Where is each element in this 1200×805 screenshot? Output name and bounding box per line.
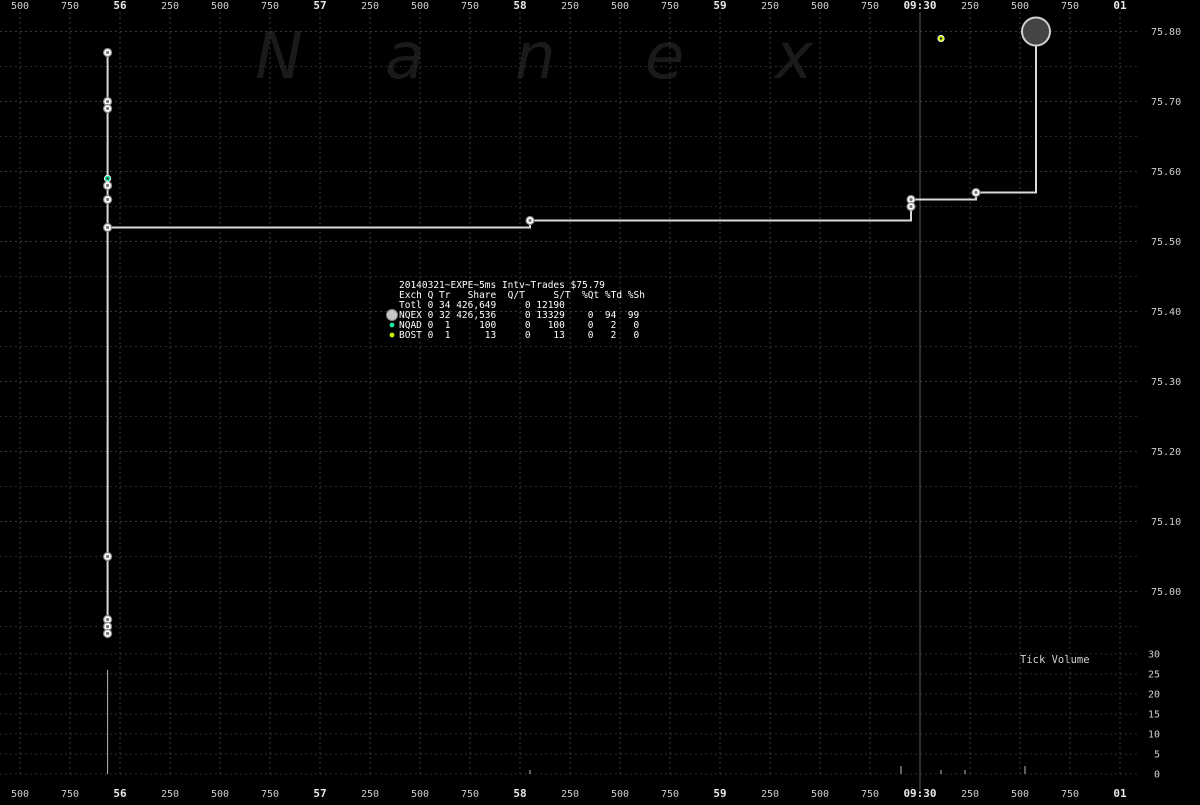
volume-tick-label: 20 bbox=[1148, 690, 1160, 701]
bost-trade-point-core bbox=[939, 37, 943, 40]
x-tick-label-bottom: 750 bbox=[261, 789, 279, 800]
x-tick-label-top: 750 bbox=[661, 1, 679, 12]
nqex-trade-point-core bbox=[106, 106, 110, 111]
trade-chart: Nanex 500 750 56 250 500 750 57 250 500 750 58 250 5… bbox=[0, 0, 1181, 800]
nqex-trade-point-core bbox=[106, 554, 110, 559]
x-tick-label-bottom: 58 bbox=[513, 787, 526, 800]
x-tick-label-bottom: 09:30 bbox=[903, 787, 936, 800]
x-tick-label-bottom: 500 bbox=[811, 789, 829, 800]
volume-tick-label: 25 bbox=[1148, 670, 1160, 681]
legend-marker bbox=[389, 332, 395, 338]
nqex-trade-point-core bbox=[106, 183, 110, 188]
nqex-trade-point-core bbox=[106, 624, 110, 629]
x-tick-label-top: 09:30 bbox=[903, 0, 936, 12]
legend: 20140321~EXPE~5ms Intv~Trades $75.79Exch… bbox=[386, 280, 645, 341]
x-tick-label-top: 250 bbox=[361, 1, 379, 12]
price-tick-label: 75.10 bbox=[1151, 517, 1181, 528]
nqex-trade-point-core bbox=[106, 197, 110, 202]
x-tick-label-top: 56 bbox=[113, 0, 127, 12]
x-tick-label-bottom: 500 bbox=[411, 789, 429, 800]
x-tick-label-bottom: 750 bbox=[461, 789, 479, 800]
x-tick-label-bottom: 250 bbox=[561, 789, 579, 800]
grid bbox=[0, 12, 1140, 776]
x-tick-label-bottom: 59 bbox=[713, 787, 726, 800]
price-tick-label: 75.60 bbox=[1151, 167, 1181, 178]
chart-canvas: Nanex 500 750 56 250 500 750 57 250 500 750 58 250 5… bbox=[0, 0, 1200, 800]
x-tick-label-bottom: 500 bbox=[211, 789, 229, 800]
x-axis-ticks: 500 750 56 250 500 750 57 250 500 750 58 250 500 750 5… bbox=[11, 0, 1127, 800]
x-tick-label-top: 250 bbox=[761, 1, 779, 12]
x-tick-label-bottom: 250 bbox=[961, 789, 979, 800]
price-tick-label: 75.00 bbox=[1151, 587, 1181, 598]
x-tick-label-top: 57 bbox=[313, 0, 326, 12]
volume-bars bbox=[107, 670, 1026, 774]
nqex-trade-point-core bbox=[106, 225, 110, 230]
x-tick-label-top: 500 bbox=[211, 1, 229, 12]
nqex-trade-point-core bbox=[106, 617, 110, 622]
x-tick-label-top: 750 bbox=[461, 1, 479, 12]
nqex-trade-point-core bbox=[974, 190, 978, 195]
x-tick-label-top: 01 bbox=[1113, 0, 1127, 12]
nqex-trade-point-core bbox=[909, 197, 913, 202]
x-tick-label-top: 59 bbox=[713, 0, 726, 12]
x-tick-label-bottom: 56 bbox=[113, 787, 127, 800]
volume-tick-label: 5 bbox=[1154, 750, 1160, 761]
x-tick-label-top: 500 bbox=[411, 1, 429, 12]
x-tick-label-bottom: 750 bbox=[1061, 789, 1079, 800]
volume-axis-ticks: 30 25 20 15 10 5 0 bbox=[1148, 650, 1160, 781]
volume-tick-label: 30 bbox=[1148, 650, 1160, 661]
price-tick-label: 75.20 bbox=[1151, 447, 1181, 458]
price-tick-label: 75.70 bbox=[1151, 97, 1181, 108]
volume-tick-label: 0 bbox=[1154, 770, 1160, 781]
nqex-trade-point-core bbox=[909, 204, 913, 209]
x-tick-label-top: 750 bbox=[1061, 1, 1079, 12]
nqex-trade-point-core bbox=[106, 50, 110, 55]
x-tick-label-bottom: 250 bbox=[361, 789, 379, 800]
volume-axis-title: Tick Volume bbox=[1020, 654, 1090, 666]
x-tick-label-top: 750 bbox=[261, 1, 279, 12]
x-tick-label-top: 500 bbox=[811, 1, 829, 12]
x-tick-label-top: 750 bbox=[61, 1, 79, 12]
nqex-trade-point-core bbox=[528, 218, 532, 223]
x-tick-label-bottom: 250 bbox=[761, 789, 779, 800]
x-tick-label-bottom: 01 bbox=[1113, 787, 1127, 800]
nqex-large-trade-point bbox=[1021, 16, 1051, 47]
price-axis-ticks: 75.80 75.70 75.60 75.50 75.40 75.30 75.20 75.10… bbox=[1151, 27, 1181, 598]
nqad-trade-point-core bbox=[106, 177, 109, 180]
x-tick-label-bottom: 750 bbox=[661, 789, 679, 800]
x-tick-label-top: 250 bbox=[561, 1, 579, 12]
x-tick-label-bottom: 250 bbox=[161, 789, 179, 800]
price-tick-label: 75.40 bbox=[1151, 307, 1181, 318]
x-tick-label-top: 500 bbox=[1011, 1, 1029, 12]
watermark-letter: x bbox=[773, 20, 814, 94]
legend-marker-nqex bbox=[386, 309, 398, 321]
x-tick-label-bottom: 57 bbox=[313, 787, 326, 800]
price-tick-label: 75.50 bbox=[1151, 237, 1181, 248]
legend-marker bbox=[389, 322, 395, 328]
x-tick-label-top: 500 bbox=[611, 1, 629, 12]
nqex-trade-point-core bbox=[106, 99, 110, 104]
x-tick-label-bottom: 750 bbox=[861, 789, 879, 800]
price-tick-label: 75.80 bbox=[1151, 27, 1181, 38]
x-tick-label-bottom: 500 bbox=[1011, 789, 1029, 800]
x-tick-label-bottom: 750 bbox=[61, 789, 79, 800]
x-tick-label-top: 500 bbox=[11, 1, 29, 12]
volume-tick-label: 15 bbox=[1148, 710, 1160, 721]
nqex-trade-point-core bbox=[106, 631, 110, 636]
x-tick-label-top: 750 bbox=[861, 1, 879, 12]
legend-row: BOST 0 1 13 0 13 0 2 0 bbox=[399, 330, 639, 341]
x-tick-label-bottom: 500 bbox=[11, 789, 29, 800]
volume-tick-label: 10 bbox=[1148, 730, 1160, 741]
x-tick-label-top: 250 bbox=[961, 1, 979, 12]
price-tick-label: 75.30 bbox=[1151, 377, 1181, 388]
x-tick-label-bottom: 500 bbox=[611, 789, 629, 800]
x-tick-label-top: 58 bbox=[513, 0, 526, 12]
x-tick-label-top: 250 bbox=[161, 1, 179, 12]
